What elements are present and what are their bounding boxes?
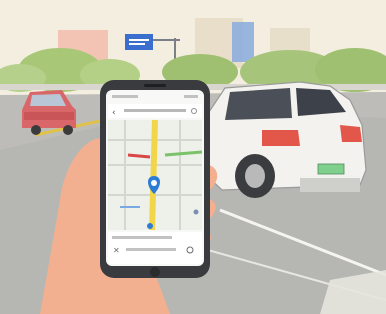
sign-text-line bbox=[129, 43, 145, 45]
phone-speaker bbox=[144, 84, 166, 87]
back-arrow-icon[interactable]: ‹ bbox=[112, 108, 116, 118]
sign-text-line bbox=[129, 39, 149, 41]
search-placeholder-bar bbox=[124, 109, 186, 112]
status-icons bbox=[184, 95, 198, 98]
status-bar bbox=[112, 95, 138, 98]
bottom-sheet-text bbox=[112, 236, 172, 239]
destination-dot bbox=[147, 223, 153, 229]
white-car bbox=[204, 81, 367, 198]
road-sign bbox=[125, 34, 153, 50]
route-line bbox=[149, 119, 158, 231]
building-blue bbox=[232, 22, 254, 62]
bottom-sheet[interactable]: ✕ bbox=[108, 232, 202, 264]
close-icon[interactable]: ✕ bbox=[113, 246, 120, 255]
recenter-icon[interactable] bbox=[193, 209, 199, 215]
phone-home-button bbox=[150, 267, 160, 277]
illustration-scene: ‹ ✕ bbox=[0, 0, 386, 314]
search-bar[interactable]: ‹ bbox=[108, 104, 202, 118]
scene-svg: ‹ ✕ bbox=[0, 0, 386, 314]
map-view[interactable] bbox=[108, 119, 203, 231]
bottom-sheet-text bbox=[126, 248, 176, 251]
